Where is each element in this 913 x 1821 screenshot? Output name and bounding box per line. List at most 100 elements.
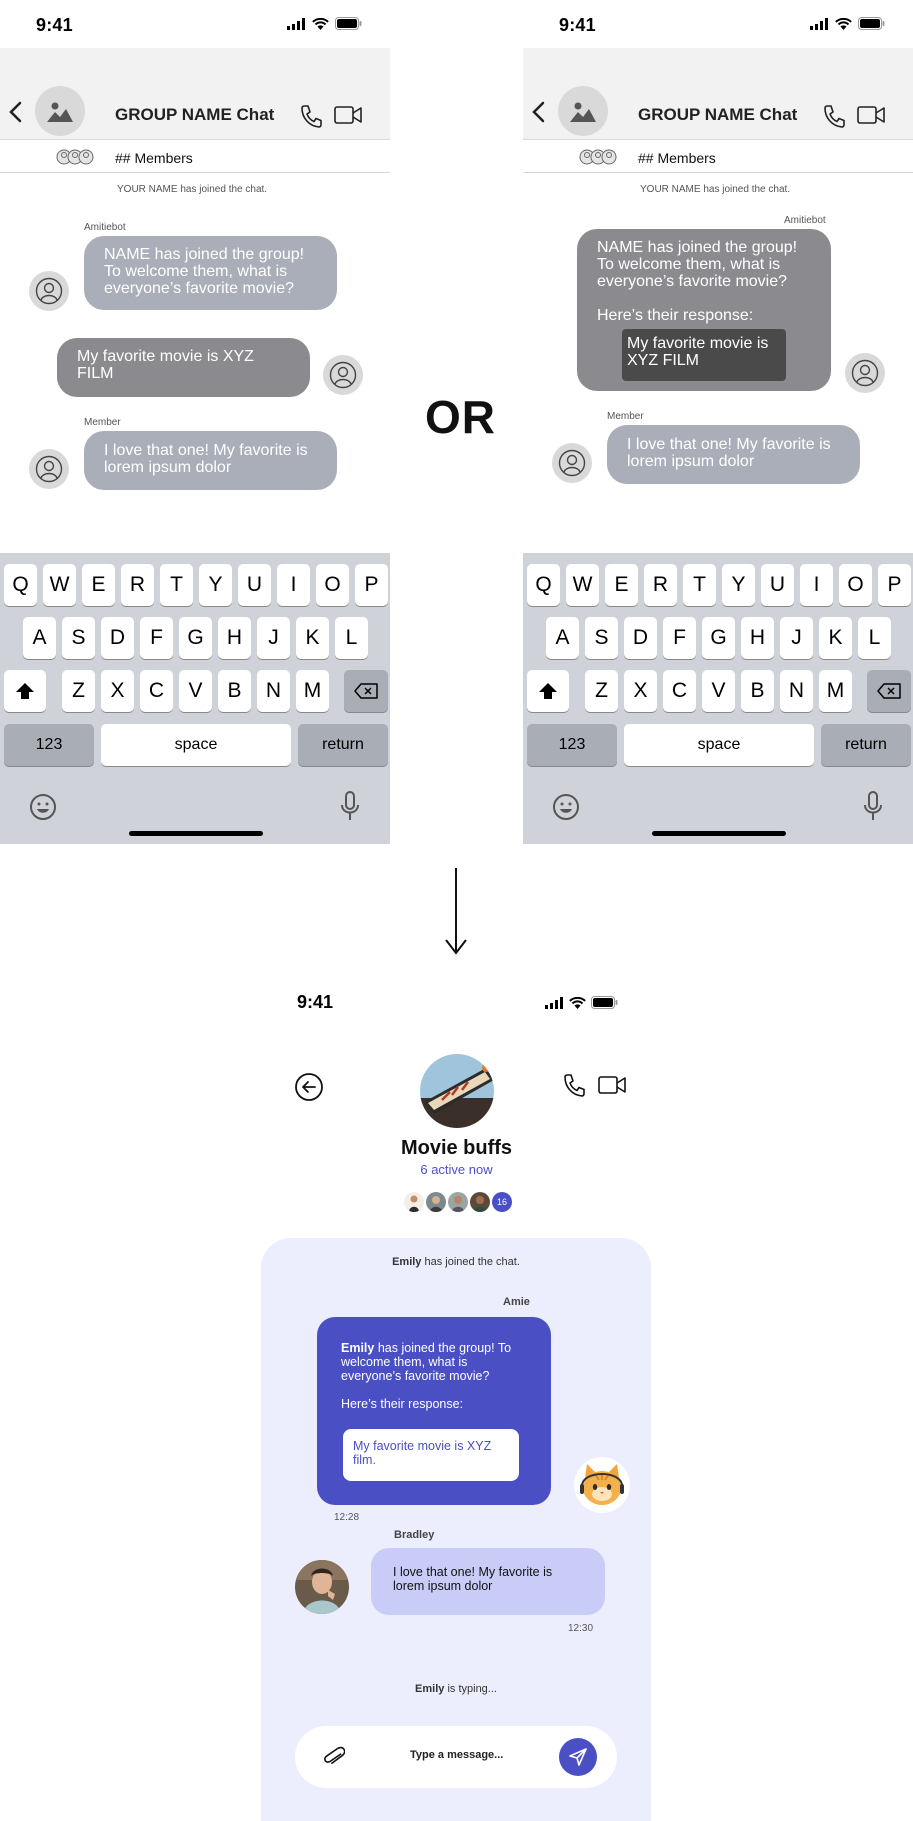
back-chevron-icon[interactable] (529, 100, 549, 124)
shift-key[interactable] (4, 670, 46, 712)
video-call-icon[interactable] (857, 106, 885, 124)
key-b[interactable]: B (218, 670, 251, 712)
key-f[interactable]: F (140, 617, 173, 659)
key-s[interactable]: S (62, 617, 95, 659)
typing-indicator: Emily is typing... (415, 1683, 497, 1695)
key-y[interactable]: Y (722, 564, 755, 606)
key-q[interactable]: Q (527, 564, 560, 606)
key-f[interactable]: F (663, 617, 696, 659)
key-o[interactable]: O (839, 564, 872, 606)
key-h[interactable]: H (218, 617, 251, 659)
chat-header: GROUP NAME Chat (0, 48, 390, 140)
key-q[interactable]: Q (4, 564, 37, 606)
key-x[interactable]: X (101, 670, 134, 712)
phone-mockup-option-b: 9:41 GROUP NAME Chat ## Members YOUR NAM… (523, 0, 913, 844)
key-a[interactable]: A (23, 617, 56, 659)
key-e[interactable]: E (82, 564, 115, 606)
numbers-key[interactable]: 123 (4, 724, 94, 766)
backspace-key[interactable] (344, 670, 388, 712)
key-p[interactable]: P (878, 564, 911, 606)
group-avatar[interactable] (35, 86, 85, 136)
phone-call-icon[interactable] (823, 104, 845, 128)
keyboard: Q W E R T Y U I O P A S D F G H J K L Z … (523, 553, 913, 844)
member-avatars-icon (56, 149, 94, 165)
key-r[interactable]: R (644, 564, 677, 606)
phone-call-icon[interactable] (300, 104, 322, 128)
image-placeholder-icon (47, 102, 73, 122)
member-avatars-icon (579, 149, 617, 165)
return-key[interactable]: return (821, 724, 911, 766)
phone-call-icon[interactable] (563, 1073, 585, 1097)
message-bubble-member: I love that one! My favorite is lorem ip… (84, 431, 337, 490)
emoji-icon[interactable] (29, 793, 57, 821)
cellular-signal-icon (810, 17, 828, 30)
key-u[interactable]: U (238, 564, 271, 606)
key-w[interactable]: W (566, 564, 599, 606)
key-x[interactable]: X (624, 670, 657, 712)
key-k[interactable]: K (296, 617, 329, 659)
message-input[interactable]: Type a message... (295, 1726, 617, 1788)
key-t[interactable]: T (160, 564, 193, 606)
key-j[interactable]: J (257, 617, 290, 659)
avatar (29, 449, 69, 489)
paperclip-icon[interactable] (323, 1744, 345, 1770)
shift-key[interactable] (527, 670, 569, 712)
microphone-icon[interactable] (340, 791, 360, 821)
key-n[interactable]: N (257, 670, 290, 712)
key-n[interactable]: N (780, 670, 813, 712)
key-m[interactable]: M (296, 670, 329, 712)
space-key[interactable]: space (624, 724, 814, 766)
message-bubble-self: My favorite movie is XYZ FILM (57, 338, 310, 397)
key-c[interactable]: C (140, 670, 173, 712)
members-row[interactable]: ## Members (523, 141, 913, 173)
group-avatar[interactable] (558, 86, 608, 136)
key-g[interactable]: G (702, 617, 735, 659)
key-a[interactable]: A (546, 617, 579, 659)
key-h[interactable]: H (741, 617, 774, 659)
key-m[interactable]: M (819, 670, 852, 712)
back-chevron-icon[interactable] (6, 100, 26, 124)
key-p[interactable]: P (355, 564, 388, 606)
key-d[interactable]: D (624, 617, 657, 659)
wifi-icon (569, 996, 586, 1009)
message-timestamp: 12:30 (568, 1623, 594, 1634)
key-e[interactable]: E (605, 564, 638, 606)
video-call-icon[interactable] (598, 1076, 626, 1094)
numbers-key[interactable]: 123 (527, 724, 617, 766)
key-z[interactable]: Z (585, 670, 618, 712)
members-row[interactable]: ## Members (0, 141, 390, 173)
key-i[interactable]: I (800, 564, 833, 606)
space-key[interactable]: space (101, 724, 291, 766)
key-l[interactable]: L (858, 617, 891, 659)
microphone-icon[interactable] (863, 791, 883, 821)
backspace-key[interactable] (867, 670, 911, 712)
key-r[interactable]: R (121, 564, 154, 606)
key-o[interactable]: O (316, 564, 349, 606)
emoji-icon[interactable] (552, 793, 580, 821)
key-i[interactable]: I (277, 564, 310, 606)
key-l[interactable]: L (335, 617, 368, 659)
key-g[interactable]: G (179, 617, 212, 659)
key-v[interactable]: V (179, 670, 212, 712)
back-arrow-icon[interactable] (294, 1072, 324, 1102)
key-d[interactable]: D (101, 617, 134, 659)
key-y[interactable]: Y (199, 564, 232, 606)
key-c[interactable]: C (663, 670, 696, 712)
key-z[interactable]: Z (62, 670, 95, 712)
key-j[interactable]: J (780, 617, 813, 659)
video-call-icon[interactable] (334, 106, 362, 124)
group-avatar[interactable] (420, 1054, 494, 1128)
key-u[interactable]: U (761, 564, 794, 606)
key-w[interactable]: W (43, 564, 76, 606)
key-k[interactable]: K (819, 617, 852, 659)
send-button[interactable] (559, 1738, 597, 1776)
bot-message-text: Emily has joined the group! To welcome t… (341, 1341, 512, 1383)
key-t[interactable]: T (683, 564, 716, 606)
key-v[interactable]: V (702, 670, 735, 712)
key-s[interactable]: S (585, 617, 618, 659)
return-key[interactable]: return (298, 724, 388, 766)
member-avatar-row[interactable]: 16 (404, 1192, 512, 1212)
message-timestamp: 12:28 (334, 1512, 360, 1523)
key-b[interactable]: B (741, 670, 774, 712)
message-bubble-bot: NAME has joined the group! To welcome th… (577, 229, 831, 391)
